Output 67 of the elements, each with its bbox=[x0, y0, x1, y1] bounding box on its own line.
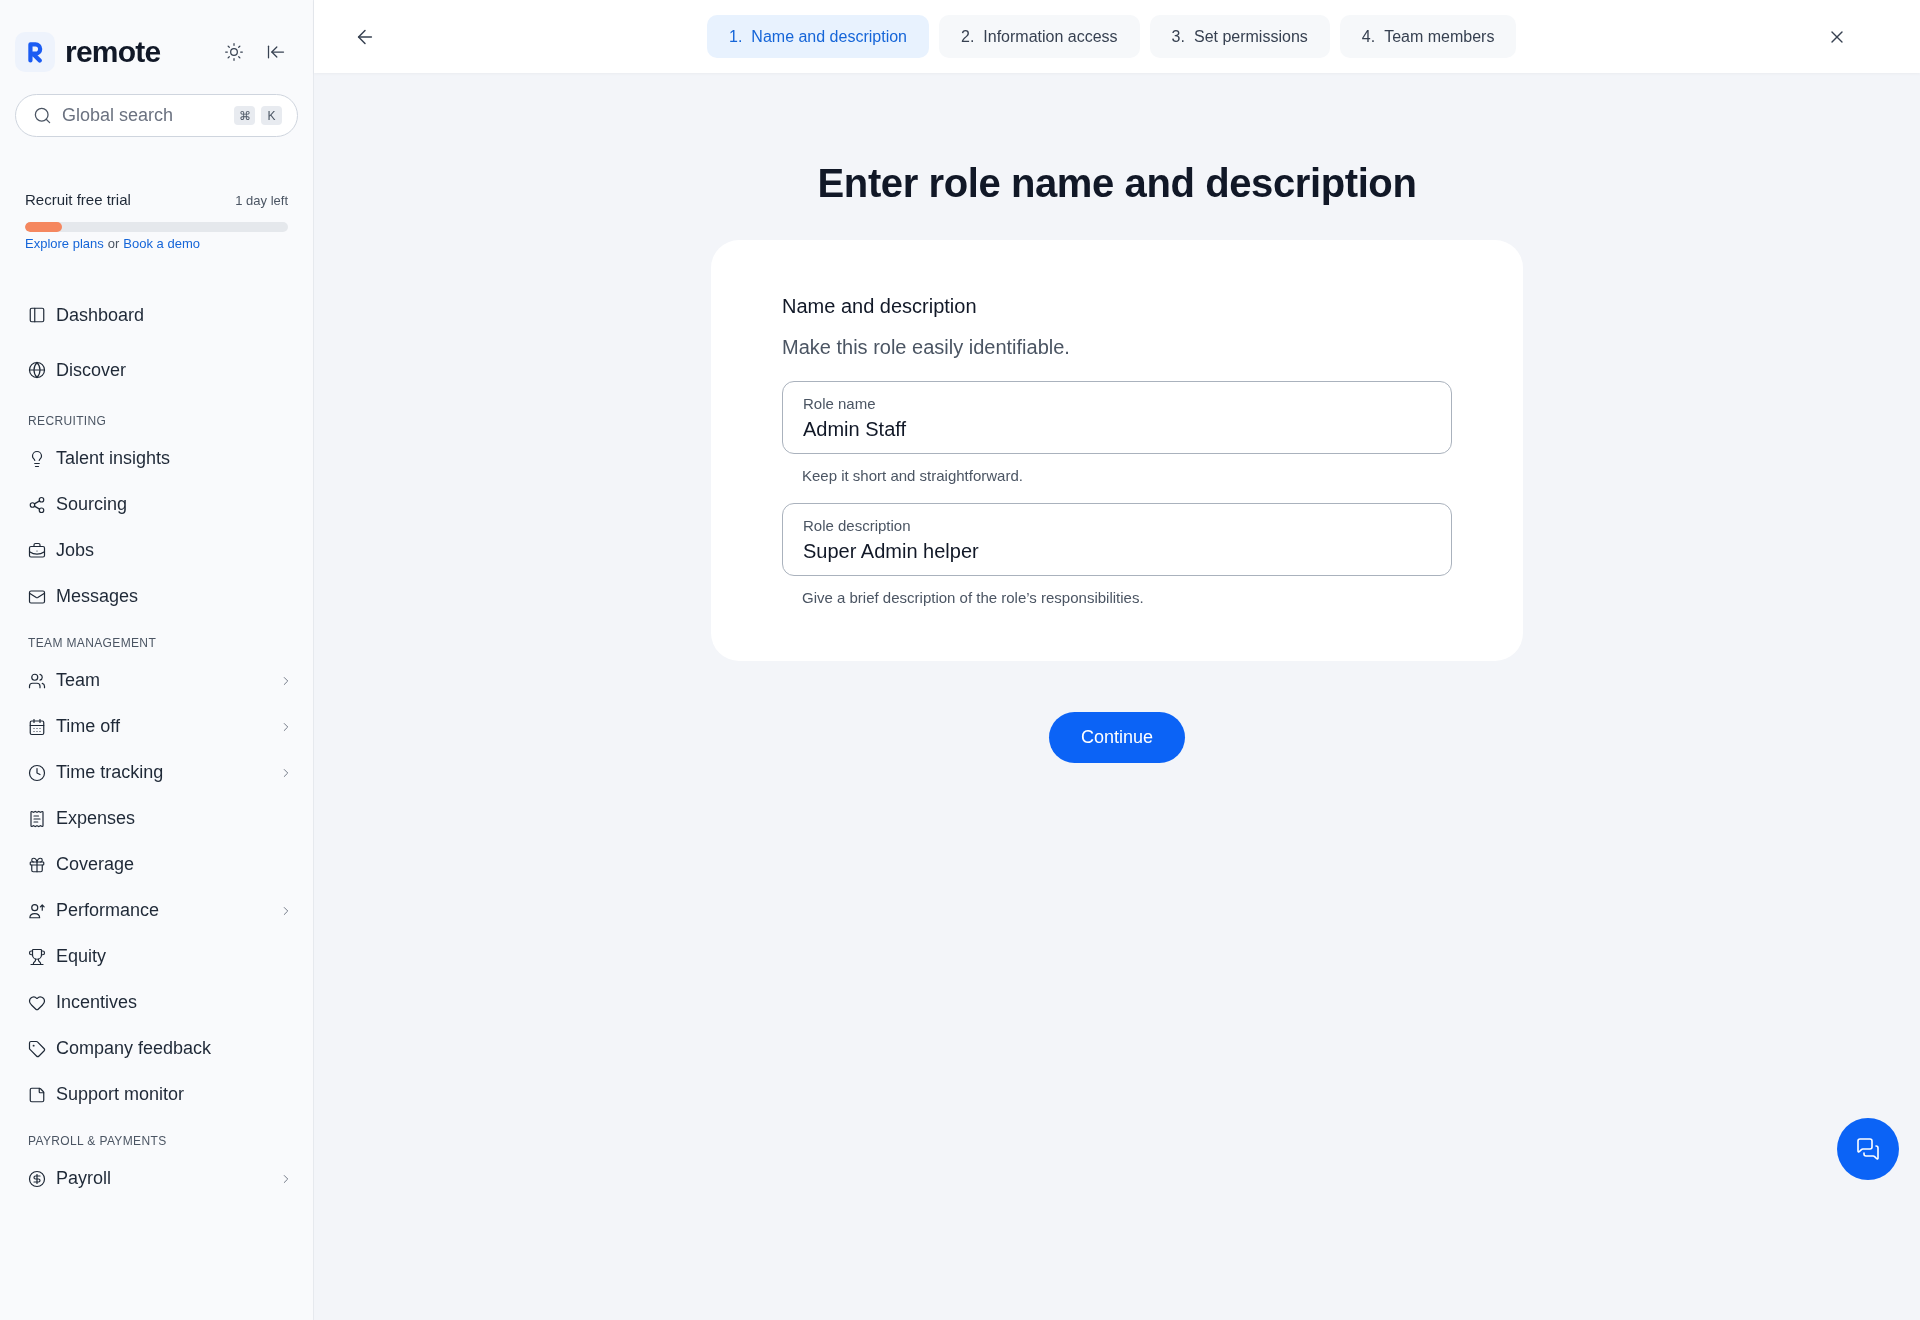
sun-icon bbox=[224, 42, 244, 62]
helper-text: Give a brief description of the role’s responsibilities. bbox=[801, 589, 1145, 607]
trial-title: Recruit free trial bbox=[25, 190, 131, 210]
logo-text: remote bbox=[65, 37, 161, 67]
person-arrow-icon bbox=[28, 901, 46, 920]
book-demo-link[interactable]: Book a demo bbox=[123, 234, 200, 253]
nav-item[interactable]: Support monitor bbox=[0, 1071, 313, 1118]
tag-icon bbox=[28, 1039, 46, 1058]
nav-item[interactable]: Team bbox=[0, 657, 313, 704]
calendar-icon bbox=[28, 717, 46, 736]
nav-item[interactable]: Discover bbox=[0, 342, 313, 398]
share-icon bbox=[28, 495, 46, 514]
key-hint: K bbox=[261, 106, 282, 125]
nav-item[interactable]: Dashboard bbox=[0, 287, 313, 343]
step-tab[interactable]: 3. Set permissions bbox=[1149, 15, 1330, 58]
gift-icon bbox=[28, 855, 46, 874]
nav-item[interactable]: Company feedback bbox=[0, 1025, 313, 1072]
page-title: Enter role name and description bbox=[817, 160, 1417, 207]
search-icon bbox=[33, 106, 52, 125]
text-input[interactable]: Super Admin helper bbox=[803, 538, 1431, 563]
continue-button[interactable]: Continue bbox=[1048, 712, 1186, 763]
nav-item[interactable]: Payroll bbox=[0, 1155, 313, 1202]
clock-icon bbox=[28, 763, 46, 782]
briefcase-icon bbox=[28, 541, 46, 560]
nav-item[interactable]: Talent insights bbox=[0, 435, 313, 482]
nav-item[interactable]: Sourcing bbox=[0, 481, 313, 528]
section-heading: RECRUITING bbox=[27, 412, 108, 430]
text-input[interactable]: Admin Staff bbox=[803, 416, 1431, 441]
text-field[interactable]: Role name Admin Staff bbox=[782, 381, 1452, 454]
panel-icon bbox=[28, 306, 46, 324]
step-tab[interactable]: 4. Team members bbox=[1339, 15, 1517, 58]
trophy-icon bbox=[28, 947, 46, 966]
card-subtitle: Make this role easily identifiable. bbox=[782, 335, 1071, 359]
nav-item[interactable]: Incentives bbox=[0, 979, 313, 1026]
explore-plans-link[interactable]: Explore plans bbox=[25, 234, 104, 253]
logo-icon bbox=[15, 32, 55, 72]
card-title: Name and description bbox=[782, 294, 978, 318]
separator-text: or bbox=[107, 234, 120, 253]
nav-item[interactable]: Messages bbox=[0, 573, 313, 620]
globe-icon bbox=[28, 361, 46, 379]
section-heading: TEAM MANAGEMENT bbox=[27, 634, 158, 652]
dollar-icon bbox=[28, 1169, 46, 1188]
theme-button[interactable] bbox=[223, 41, 245, 63]
nav-item[interactable]: Time off bbox=[0, 703, 313, 750]
mail-icon bbox=[28, 587, 46, 606]
receipt-icon bbox=[28, 809, 46, 828]
text-field[interactable]: Role description Super Admin helper bbox=[782, 503, 1452, 576]
section-heading: PAYROLL & PAYMENTS bbox=[27, 1132, 168, 1150]
trial-remaining: 1 day left bbox=[235, 191, 288, 210]
note-icon bbox=[28, 1085, 46, 1104]
search-input[interactable]: Global search bbox=[62, 102, 234, 129]
step-tab[interactable]: 2. Information access bbox=[939, 15, 1140, 58]
nav-item[interactable]: Time tracking bbox=[0, 749, 313, 796]
heart-icon bbox=[28, 993, 46, 1012]
nav-item[interactable]: Equity bbox=[0, 933, 313, 980]
field-label: Role description bbox=[803, 516, 912, 535]
nav-item[interactable]: Coverage bbox=[0, 841, 313, 888]
key-hint: ⌘ bbox=[234, 106, 255, 125]
step-tab[interactable]: 1. Name and description bbox=[707, 15, 929, 58]
nav-item[interactable]: Performance bbox=[0, 887, 313, 934]
helper-text: Keep it short and straightforward. bbox=[801, 467, 1024, 485]
nav-item[interactable]: Jobs bbox=[0, 527, 313, 574]
people-icon bbox=[28, 671, 46, 690]
search-field[interactable]: Global search ⌘ K bbox=[15, 94, 298, 137]
chat-icon bbox=[1856, 1137, 1880, 1161]
nav-item[interactable]: Expenses bbox=[0, 795, 313, 842]
field-label: Role name bbox=[803, 394, 877, 413]
